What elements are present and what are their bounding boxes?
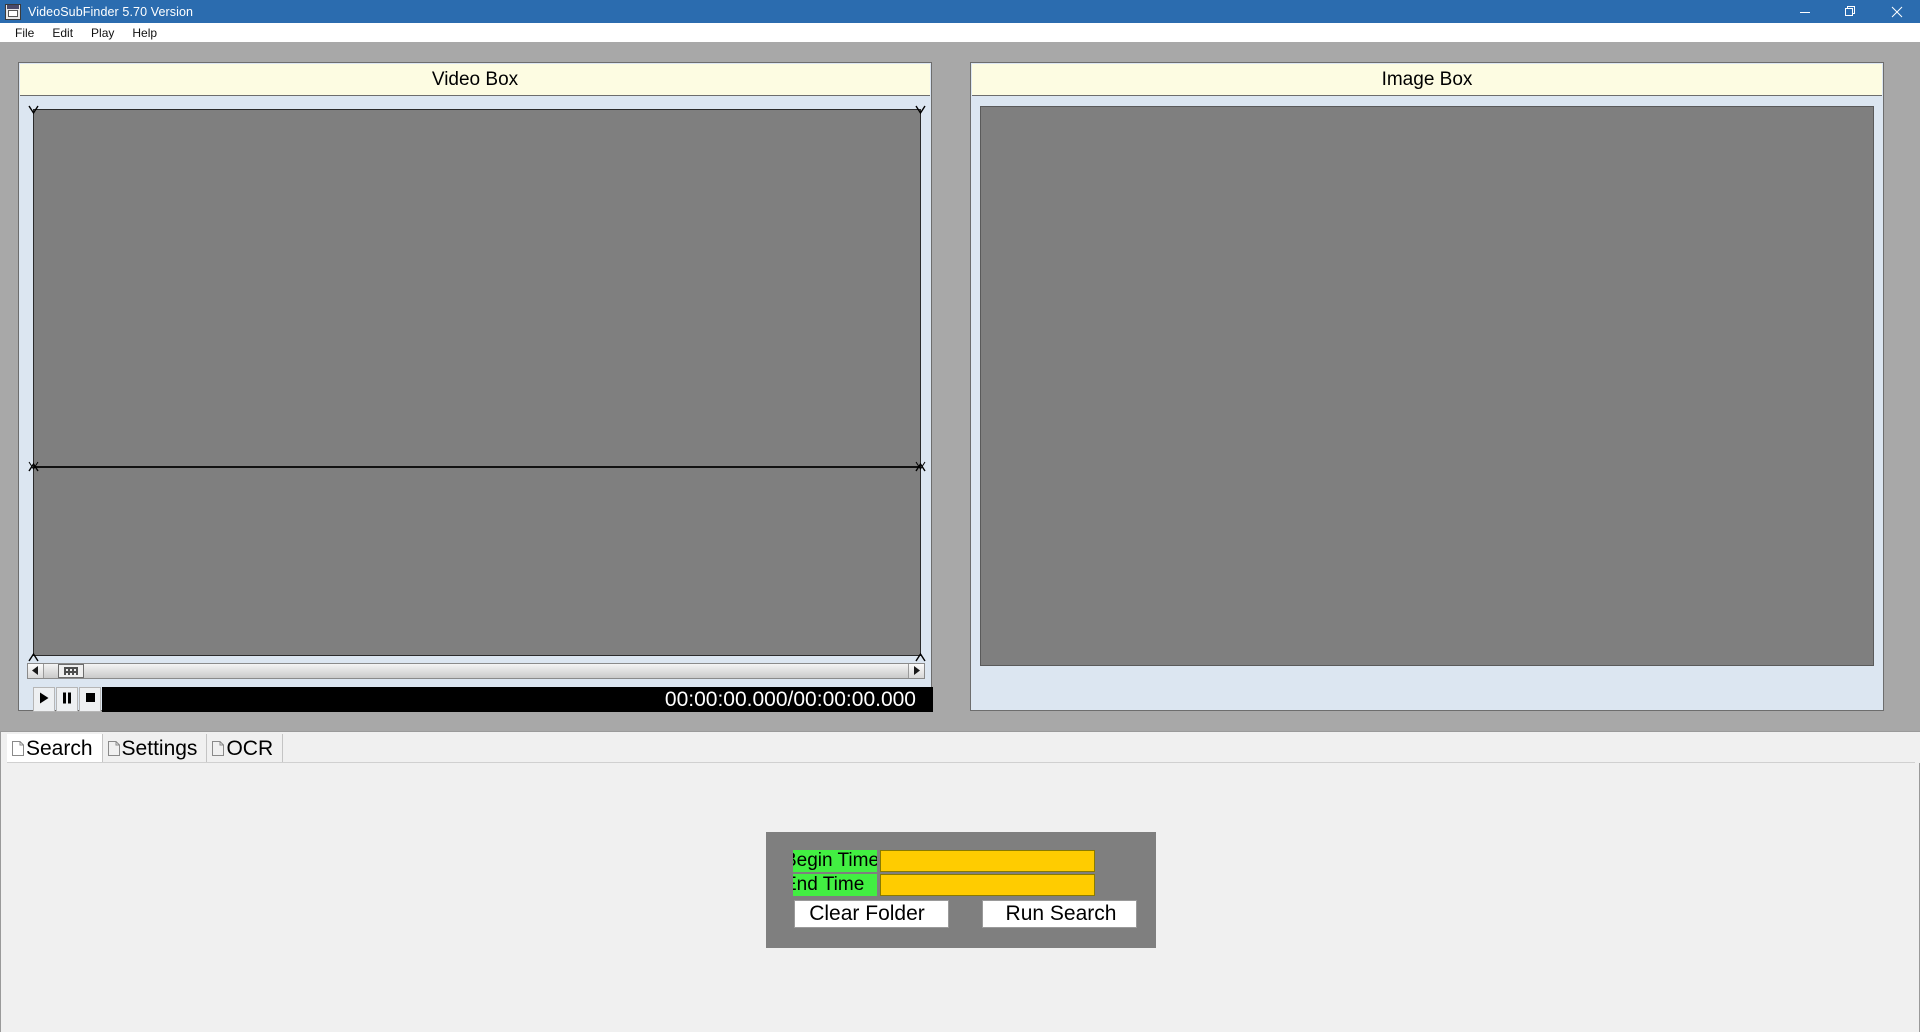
main-workspace: Video Box 00:00:00.000/00:00:00.000 Imag… <box>0 42 1920 731</box>
begin-time-label: Begin Time <box>793 850 877 872</box>
bottom-panel: Search Settings OCR B <box>0 731 1920 1032</box>
page-icon <box>12 741 24 756</box>
begin-time-input[interactable] <box>880 850 1095 872</box>
end-time-label: End Time <box>793 874 877 896</box>
menu-item-edit[interactable]: Edit <box>43 25 82 41</box>
image-preview-canvas[interactable] <box>980 106 1874 666</box>
stop-button[interactable] <box>79 687 101 712</box>
scroll-right-button[interactable] <box>908 664 924 678</box>
end-time-row: End Time <box>793 874 1095 896</box>
menu-item-play[interactable]: Play <box>82 25 123 41</box>
video-box-panel: Video Box 00:00:00.000/00:00:00.000 <box>18 62 933 712</box>
minimize-button[interactable] <box>1782 0 1828 23</box>
image-box-title: Image Box <box>972 64 1882 96</box>
scroll-left-button[interactable] <box>28 664 44 678</box>
page-icon <box>107 741 120 756</box>
menu-item-help[interactable]: Help <box>123 25 166 41</box>
tab-strip: Search Settings OCR <box>1 732 1920 763</box>
play-icon <box>39 691 49 709</box>
run-search-button[interactable]: Run Search <box>982 900 1137 928</box>
scroll-thumb[interactable] <box>58 664 84 678</box>
tab-settings-label: Settings <box>121 736 198 760</box>
window-title: VideoSubFinder 5.70 Version <box>28 4 194 19</box>
video-box-title: Video Box <box>20 64 930 96</box>
scroll-track[interactable] <box>44 664 908 678</box>
clear-folder-button[interactable]: Clear Folder <box>794 900 949 928</box>
menu-item-file[interactable]: File <box>6 25 43 41</box>
search-controls-group: Begin Time End Time Clear Folder Run Sea… <box>766 832 1156 948</box>
triangle-right-icon <box>913 662 920 680</box>
pause-button[interactable] <box>56 687 78 712</box>
video-seek-scrollbar[interactable] <box>27 663 925 679</box>
tab-ocr-label: OCR <box>226 736 274 760</box>
window-controls <box>1782 0 1920 23</box>
pause-icon <box>62 691 72 709</box>
close-button[interactable] <box>1874 0 1920 23</box>
tab-settings[interactable]: Settings <box>102 734 208 763</box>
video-transport-controls: 00:00:00.000/00:00:00.000 <box>33 687 933 712</box>
tab-ocr[interactable]: OCR <box>207 734 284 763</box>
app-icon <box>5 3 21 20</box>
begin-time-row: Begin Time <box>793 850 1095 872</box>
menu-bar: File Edit Play Help <box>0 23 1920 42</box>
restore-button[interactable] <box>1828 0 1874 23</box>
restore-icon <box>1845 5 1857 18</box>
page-icon <box>212 741 225 756</box>
title-bar: VideoSubFinder 5.70 Version <box>0 0 1920 23</box>
video-preview-canvas[interactable] <box>33 109 921 656</box>
image-box-panel: Image Box <box>970 62 1884 711</box>
play-button[interactable] <box>33 687 55 712</box>
tab-search[interactable]: Search <box>7 734 103 763</box>
triangle-left-icon <box>32 662 39 680</box>
tab-search-label: Search <box>26 736 93 760</box>
close-icon <box>1891 6 1903 18</box>
video-canvas-wrapper <box>27 103 926 662</box>
minimize-icon <box>1799 6 1811 18</box>
end-time-input[interactable] <box>880 874 1095 896</box>
stop-icon <box>85 691 96 709</box>
crop-divider-line[interactable] <box>33 466 921 468</box>
tab-strip-underline <box>7 762 1915 763</box>
time-display: 00:00:00.000/00:00:00.000 <box>102 687 933 712</box>
